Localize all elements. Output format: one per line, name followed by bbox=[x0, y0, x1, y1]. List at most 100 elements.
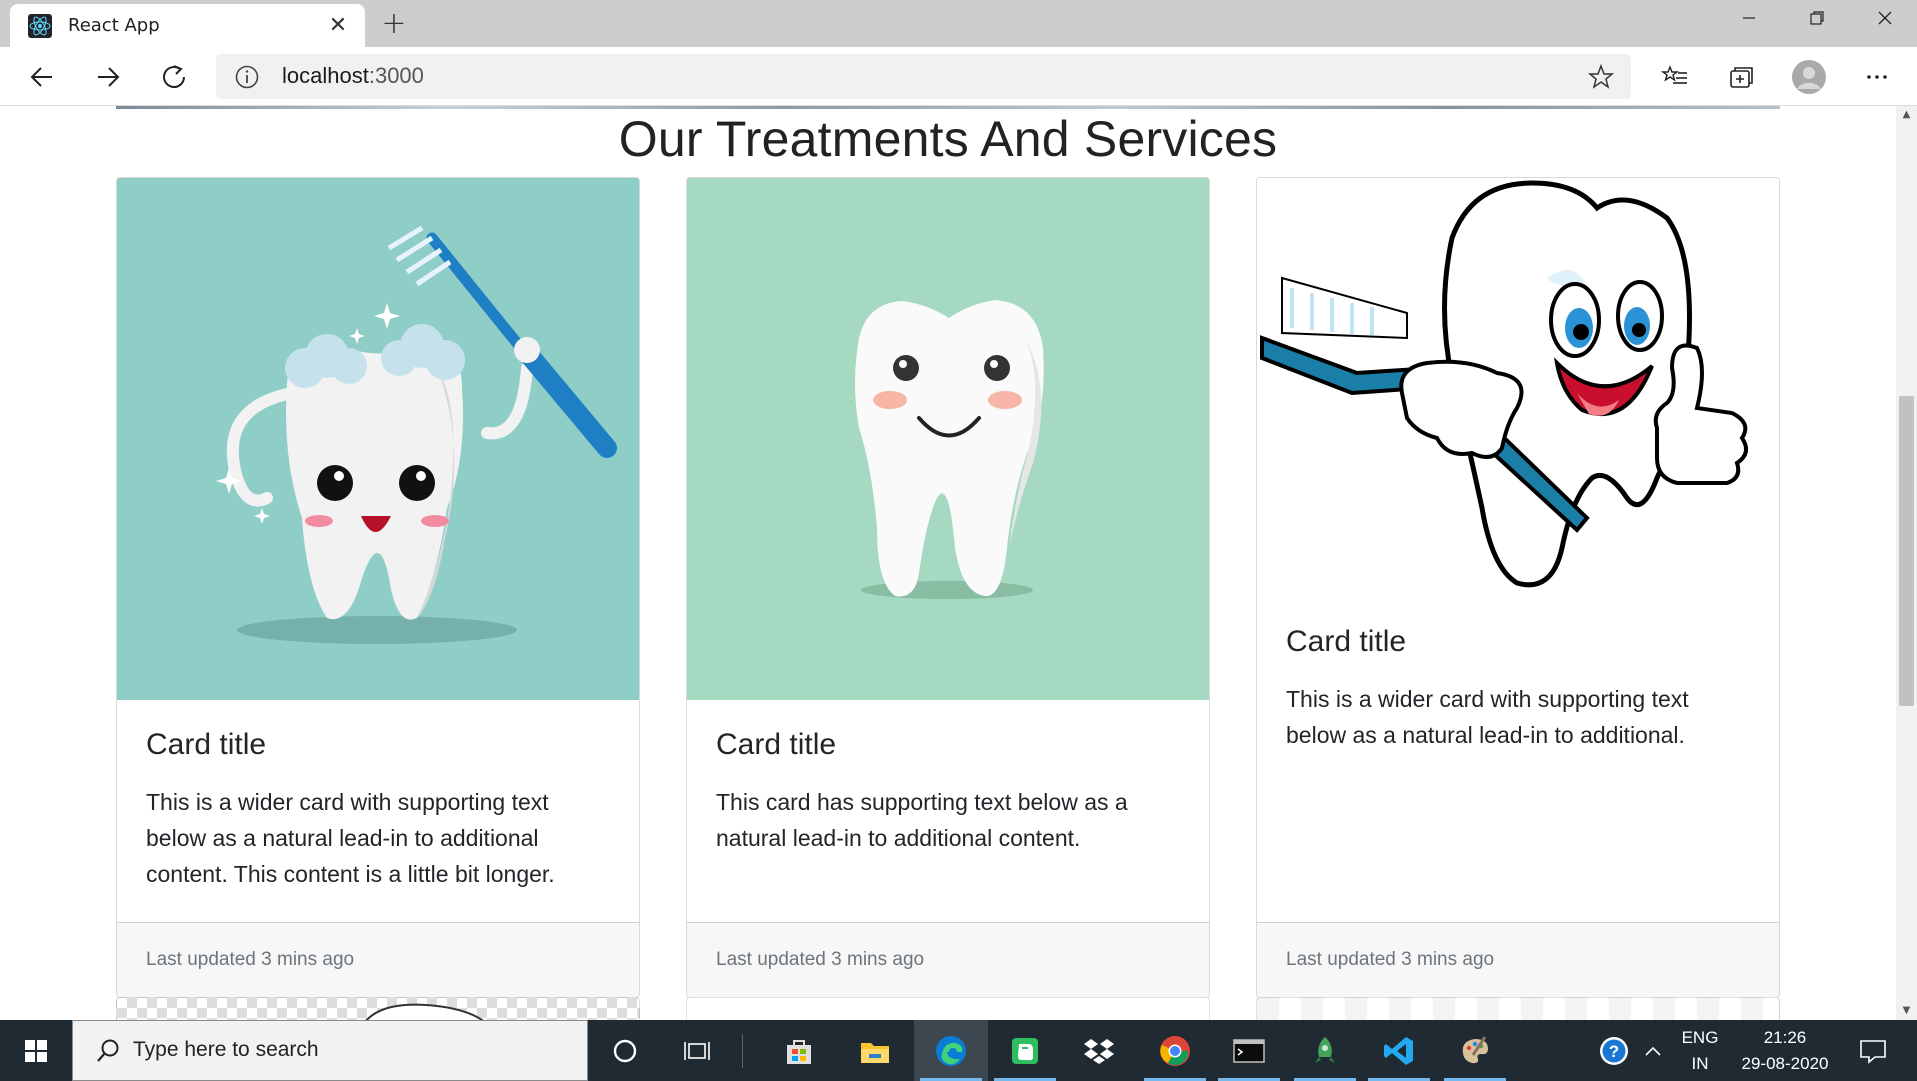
evernote-icon bbox=[1012, 1037, 1038, 1064]
info-icon[interactable] bbox=[234, 64, 260, 90]
last-updated-text: Last updated 3 mins ago bbox=[1286, 949, 1495, 970]
scroll-down-icon[interactable]: ▼ bbox=[1896, 1002, 1917, 1020]
close-icon bbox=[1878, 11, 1892, 25]
search-icon bbox=[97, 1039, 119, 1062]
clock-date: 29-08-2020 bbox=[1741, 1054, 1829, 1073]
next-card-partial[interactable] bbox=[686, 997, 1210, 1020]
new-tab-button[interactable]: + bbox=[374, 6, 414, 42]
close-window-button[interactable] bbox=[1851, 0, 1917, 36]
notification-icon bbox=[1860, 1039, 1886, 1064]
folder-icon bbox=[861, 1042, 889, 1063]
card-footer: Last updated 3 mins ago bbox=[117, 922, 639, 997]
back-button[interactable] bbox=[20, 55, 64, 99]
address-bar[interactable]: localhost:3000 bbox=[216, 54, 1631, 99]
scroll-up-icon[interactable]: ▲ bbox=[1896, 106, 1917, 124]
browser-tab[interactable]: React App ✕ bbox=[10, 4, 365, 47]
card-footer: Last updated 3 mins ago bbox=[1257, 922, 1779, 997]
card-body: Card title This is a wider card with sup… bbox=[1286, 625, 1746, 753]
card-text: This is a wider card with supporting tex… bbox=[146, 789, 555, 887]
url-text[interactable]: localhost:3000 bbox=[282, 63, 424, 89]
restore-button[interactable] bbox=[1783, 0, 1851, 36]
cartoon-tooth-thumbs-up-illustration bbox=[1257, 178, 1779, 598]
minimize-button[interactable] bbox=[1715, 0, 1783, 36]
forward-button[interactable] bbox=[86, 55, 130, 99]
next-card-partial[interactable] bbox=[1256, 997, 1780, 1020]
ellipsis-icon bbox=[1867, 75, 1887, 79]
tab-title: React App bbox=[68, 15, 160, 36]
cortana-button[interactable] bbox=[588, 1020, 662, 1081]
collections-icon bbox=[1730, 67, 1753, 88]
taskbar-dropbox[interactable] bbox=[1062, 1020, 1136, 1081]
star-icon[interactable] bbox=[1587, 63, 1615, 91]
taskbar-search-box[interactable]: Type here to search bbox=[72, 1020, 588, 1081]
notification-center-button[interactable] bbox=[1840, 1020, 1906, 1081]
windows-taskbar: Type here to search ? ENG IN 21:26 29-08… bbox=[0, 1020, 1917, 1081]
service-card[interactable]: Card title This card has supporting text… bbox=[686, 177, 1210, 998]
dropbox-icon bbox=[1084, 1038, 1114, 1064]
card-text: This is a wider card with supporting tex… bbox=[1286, 686, 1689, 748]
taskbar-edge[interactable] bbox=[914, 1020, 988, 1081]
taskbar-file-explorer[interactable] bbox=[838, 1020, 912, 1081]
taskbar-evernote[interactable] bbox=[988, 1020, 1062, 1081]
previous-section-image-edge bbox=[116, 106, 1780, 109]
task-view-icon bbox=[684, 1041, 710, 1060]
chrome-icon bbox=[1160, 1035, 1190, 1066]
minimize-icon bbox=[1743, 17, 1755, 19]
card-title: Card title bbox=[146, 728, 267, 761]
help-icon: ? bbox=[1600, 1036, 1628, 1065]
taskbar-chrome[interactable] bbox=[1138, 1020, 1212, 1081]
card-title: Card title bbox=[716, 728, 837, 761]
chevron-up-icon bbox=[1645, 1046, 1661, 1056]
arrow-left-icon bbox=[30, 67, 52, 87]
vscode-icon bbox=[1384, 1036, 1413, 1065]
tooth-brushing-illustration bbox=[117, 178, 639, 700]
refresh-icon bbox=[163, 65, 185, 88]
card-body: Card title This is a wider card with sup… bbox=[146, 728, 606, 892]
refresh-button[interactable] bbox=[152, 55, 196, 99]
terminal-icon bbox=[1233, 1038, 1265, 1063]
url-port: :3000 bbox=[368, 63, 424, 88]
card-text: This card has supporting text below as a… bbox=[716, 789, 1128, 851]
taskbar-terminal[interactable] bbox=[1212, 1020, 1286, 1081]
browser-tab-strip: React App ✕ + bbox=[0, 0, 1917, 47]
language-indicator[interactable]: ENG IN bbox=[1672, 1028, 1728, 1074]
service-card[interactable]: Card title This is a wider card with sup… bbox=[116, 177, 640, 998]
taskbar-vscode[interactable] bbox=[1362, 1020, 1436, 1081]
browser-toolbar: localhost:3000 bbox=[0, 47, 1917, 106]
smiling-tooth-illustration bbox=[687, 178, 1209, 700]
taskbar-paint[interactable] bbox=[1438, 1020, 1512, 1081]
taskbar-divider bbox=[742, 1034, 743, 1068]
windows-logo-icon bbox=[25, 1039, 47, 1062]
card-footer: Last updated 3 mins ago bbox=[687, 922, 1209, 997]
region-code: IN bbox=[1691, 1054, 1709, 1073]
favorites-button[interactable] bbox=[1653, 55, 1697, 99]
rocket-icon bbox=[1315, 1036, 1335, 1063]
svg-text:?: ? bbox=[1609, 1042, 1619, 1061]
card-title: Card title bbox=[1286, 625, 1407, 658]
card-body: Card title This card has supporting text… bbox=[716, 728, 1176, 856]
more-options-button[interactable] bbox=[1855, 55, 1899, 99]
page-viewport: Our Treatments And Services Card title T… bbox=[0, 106, 1896, 1020]
arrow-right-icon bbox=[98, 67, 120, 87]
taskbar-store[interactable] bbox=[762, 1020, 836, 1081]
avatar-icon bbox=[1792, 60, 1826, 94]
profile-button[interactable] bbox=[1787, 55, 1831, 99]
edge-browser-icon bbox=[936, 1035, 966, 1066]
favorites-list-icon bbox=[1661, 65, 1687, 84]
task-view-button[interactable] bbox=[660, 1020, 734, 1081]
url-host: localhost bbox=[282, 63, 369, 88]
section-title: Our Treatments And Services bbox=[618, 111, 1278, 167]
start-button[interactable] bbox=[0, 1020, 72, 1081]
search-placeholder: Type here to search bbox=[133, 1038, 319, 1061]
service-card[interactable]: Card title This is a wider card with sup… bbox=[1256, 177, 1780, 998]
restore-icon bbox=[1810, 11, 1824, 25]
show-hidden-icons-button[interactable] bbox=[1636, 1020, 1670, 1081]
scroll-thumb[interactable] bbox=[1899, 396, 1914, 706]
close-tab-icon[interactable]: ✕ bbox=[325, 13, 351, 38]
collections-button[interactable] bbox=[1719, 55, 1763, 99]
next-card-partial[interactable] bbox=[116, 997, 640, 1020]
page-scrollbar[interactable]: ▲ ▼ bbox=[1896, 106, 1917, 1020]
language-code: ENG bbox=[1681, 1028, 1719, 1047]
clock[interactable]: 21:26 29-08-2020 bbox=[1730, 1028, 1840, 1074]
taskbar-app-rocket[interactable] bbox=[1288, 1020, 1362, 1081]
